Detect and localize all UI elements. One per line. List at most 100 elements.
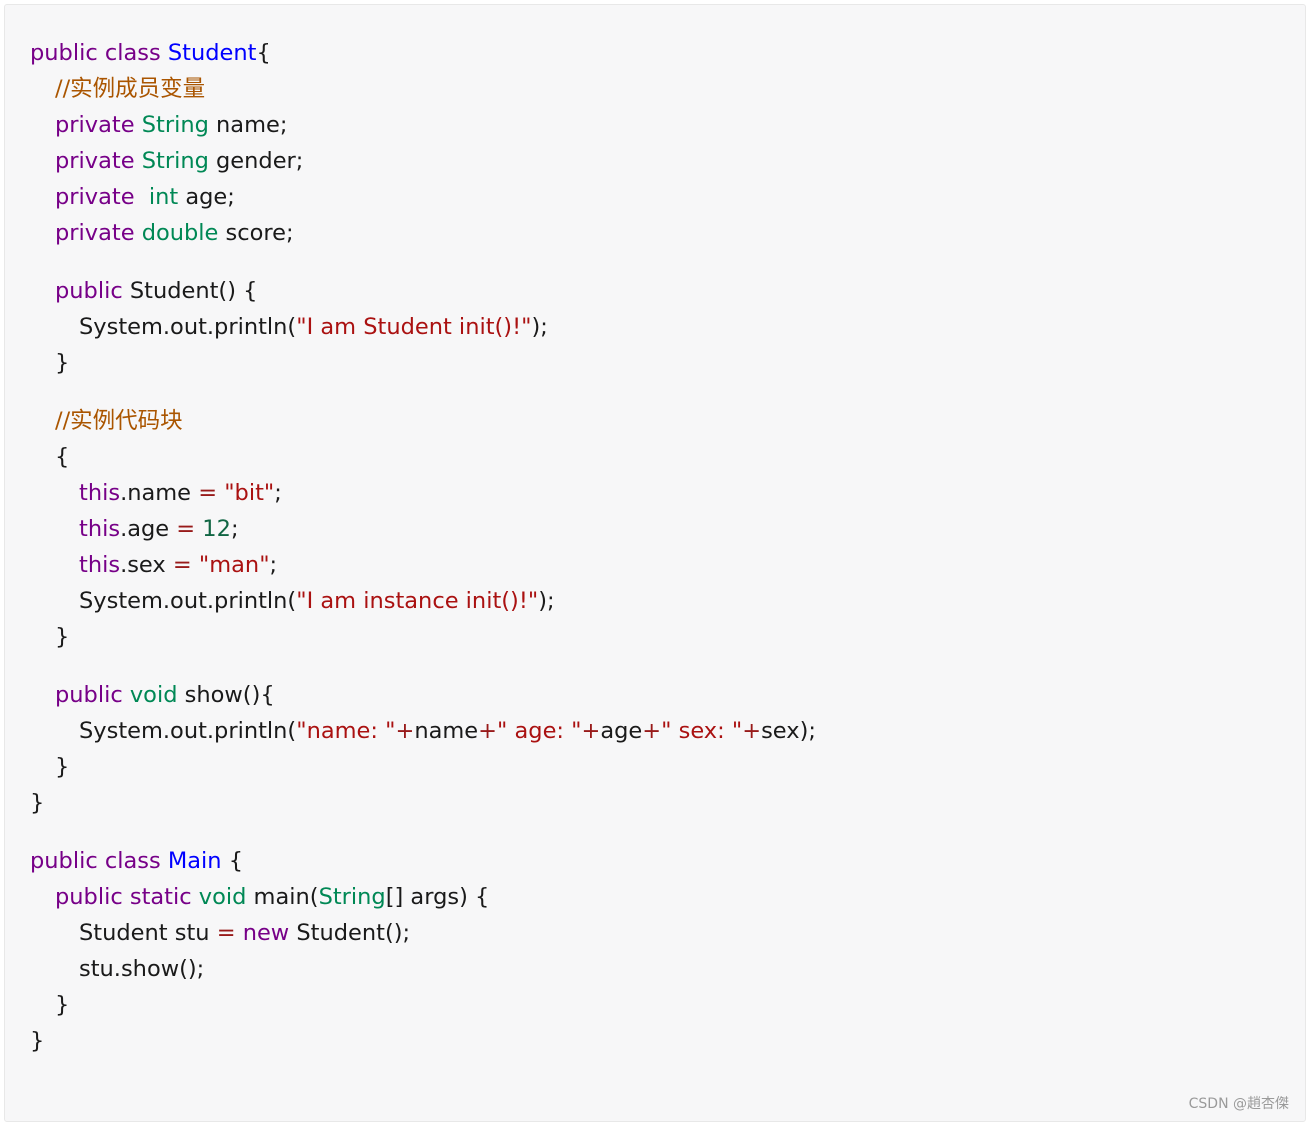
code-line: public class Student{ [30, 35, 1285, 71]
code-token-plain: main( [246, 884, 319, 910]
code-token-kw: public class [30, 40, 168, 66]
code-line: System.out.println("name: "+name+" age: … [30, 713, 1285, 749]
code-token-plain: } [55, 624, 70, 650]
code-token-str: "name: " [296, 718, 396, 744]
code-token-op: = [172, 552, 192, 578]
code-token-plain: System.out.println( [79, 718, 297, 744]
code-line: private String gender; [30, 143, 1285, 179]
code-token-comment: //实例成员变量 [55, 76, 206, 102]
code-token-type: void [129, 682, 178, 708]
code-line: } [30, 1023, 1285, 1059]
code-line: } [30, 987, 1285, 1023]
code-line: } [30, 619, 1285, 655]
code-token-num: 12 [202, 516, 231, 542]
code-line: this.name = "bit"; [30, 475, 1285, 511]
code-token-plain: { [55, 444, 70, 470]
code-token-kw: private [55, 184, 149, 210]
code-token-str: "man" [198, 552, 270, 578]
code-token-plain: System.out.println( [79, 588, 297, 614]
code-line: stu.show(); [30, 951, 1285, 987]
code-token-op: + [478, 718, 497, 744]
code-token-kw: public class [30, 848, 168, 874]
code-token-plain: ; [274, 480, 282, 506]
code-line: private int age; [30, 179, 1285, 215]
code-token-plain: ); [531, 314, 548, 340]
code-token-type: double [141, 220, 219, 246]
code-token-plain: Student(); [289, 920, 411, 946]
code-token-plain: } [55, 754, 70, 780]
code-token-plain: age; [178, 184, 235, 210]
code-lines: public class Student{//实例成员变量 private Str… [30, 35, 1285, 1059]
code-token-plain: System.out.println( [79, 314, 297, 340]
code-line: this.age = 12; [30, 511, 1285, 547]
code-token-type: void [198, 884, 247, 910]
code-token-str: " age: " [497, 718, 582, 744]
code-token-plain: Student() { [129, 278, 258, 304]
code-token-kw: this [79, 552, 121, 578]
code-token-plain: } [55, 992, 70, 1018]
code-line: public class Main { [30, 843, 1285, 879]
code-token-kw: private [55, 112, 142, 138]
code-token-plain: ; [269, 552, 278, 578]
code-token-plain: ); [538, 588, 555, 614]
code-token-op: = [176, 516, 196, 542]
code-token-type: String [318, 884, 386, 910]
code-token-plain: score; [218, 220, 294, 246]
code-line: private String name; [30, 107, 1285, 143]
code-token-kw: this [79, 480, 121, 506]
code-token-kw: private [55, 220, 142, 246]
code-token-def: Student [167, 40, 257, 66]
code-line: public Student() { [30, 273, 1285, 309]
code-line: } [30, 749, 1285, 785]
code-token-plain: { [256, 40, 271, 66]
code-line: } [30, 345, 1285, 381]
code-token-kw: new [242, 920, 290, 946]
code-token-op: = [216, 920, 236, 946]
code-line: public static void main(String[] args) { [30, 879, 1285, 915]
code-token-kw: public [55, 278, 130, 304]
code-line: //实例成员变量 [30, 71, 1285, 107]
code-token-plain: } [55, 350, 70, 376]
code-block[interactable]: public class Student{//实例成员变量 private Str… [4, 4, 1306, 1122]
code-line: Student stu = new Student(); [30, 915, 1285, 951]
code-token-str: "I am Student init()!" [296, 314, 532, 340]
code-token-type: int [148, 184, 179, 210]
code-token-kw: this [79, 516, 121, 542]
code-line: System.out.println("I am Student init()!… [30, 309, 1285, 345]
code-token-op: + [742, 718, 762, 744]
code-token-plain: name [414, 718, 479, 744]
code-token-type: String [141, 112, 209, 138]
code-token-plain: { [221, 848, 244, 874]
code-token-str: " sex: " [661, 718, 743, 744]
code-token-plain: gender; [208, 148, 304, 174]
code-token-str: "bit" [224, 480, 275, 506]
code-line: { [30, 439, 1285, 475]
code-token-type: String [141, 148, 209, 174]
code-token-op: + [581, 718, 601, 744]
code-token-op: + [395, 718, 415, 744]
code-token-plain: [] args) { [385, 884, 490, 910]
code-line: private double score; [30, 215, 1285, 251]
code-token-op: + [642, 718, 662, 744]
code-line: System.out.println("I am instance init()… [30, 583, 1285, 619]
code-line: public void show(){ [30, 677, 1285, 713]
code-token-plain: .age [120, 516, 177, 542]
code-token-plain: stu.show(); [79, 956, 205, 982]
code-token-plain: name; [208, 112, 288, 138]
code-token-plain: sex); [761, 718, 816, 744]
code-token-str: "I am instance init()!" [296, 588, 539, 614]
csdn-watermark: CSDN @趙杏傑 [1188, 1096, 1289, 1112]
code-token-plain: .sex [120, 552, 173, 578]
code-token-kw: private [55, 148, 142, 174]
code-token-plain: Student stu [79, 920, 217, 946]
code-line: } [30, 785, 1285, 821]
code-token-plain: ; [230, 516, 239, 542]
code-line: this.sex = "man"; [30, 547, 1285, 583]
code-line: //实例代码块 [30, 403, 1285, 439]
code-token-plain: show(){ [177, 682, 275, 708]
